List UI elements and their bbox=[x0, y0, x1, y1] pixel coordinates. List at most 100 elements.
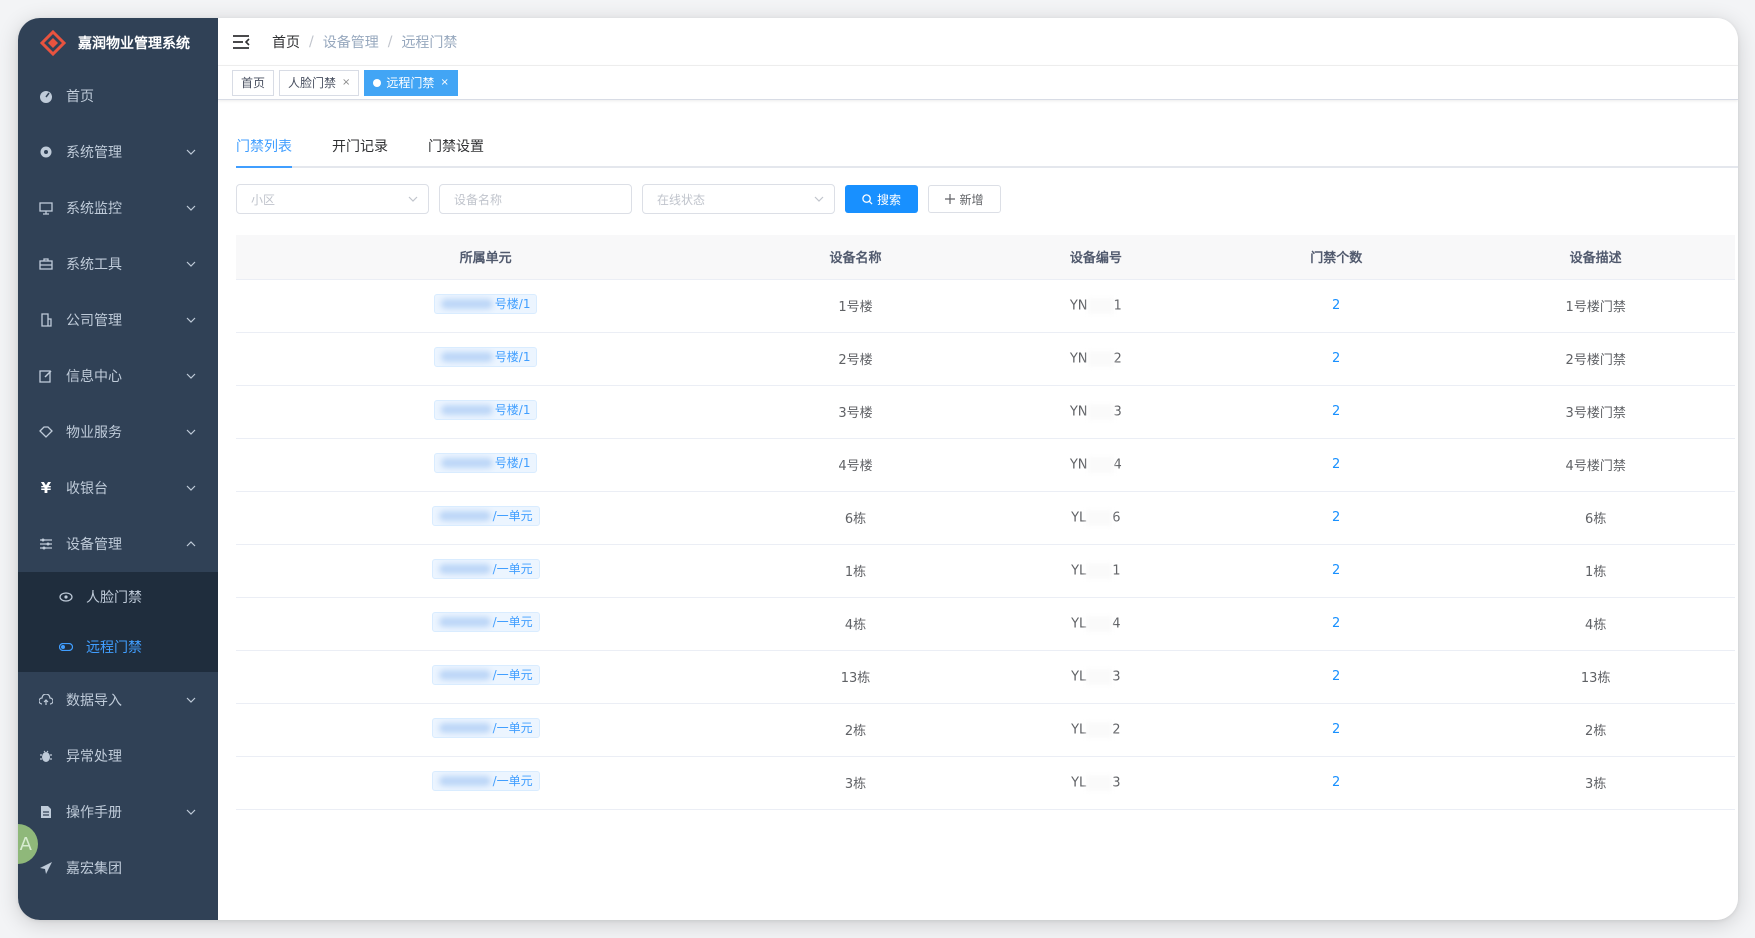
sidebar-item-remote-access[interactable]: 远程门禁 bbox=[18, 622, 218, 672]
redacted-text bbox=[440, 299, 493, 309]
tag-face-access[interactable]: 人脸门禁 × bbox=[279, 69, 360, 96]
sidebar-item-system-monitor[interactable]: 系统监控 bbox=[18, 180, 218, 236]
close-icon[interactable]: × bbox=[342, 71, 350, 95]
table-row[interactable]: 号楼/1 3号楼 YN 3 2 3号楼门禁 bbox=[236, 385, 1735, 439]
column-header-unit[interactable]: 所属单元 bbox=[236, 235, 736, 280]
sidebar-item-company-management[interactable]: 公司管理 bbox=[18, 292, 218, 348]
cell-unit: /一单元 bbox=[236, 491, 736, 545]
toggle-icon bbox=[58, 639, 74, 655]
status-select[interactable]: 在线状态 bbox=[642, 184, 835, 214]
add-button-label: 新增 bbox=[959, 192, 984, 207]
sidebar-item-device-management[interactable]: 设备管理 bbox=[18, 516, 218, 572]
table-row[interactable]: 号楼/1 1号楼 YN 1 2 1号楼门禁 bbox=[236, 279, 1735, 333]
device-code-suffix: 4 bbox=[1113, 457, 1122, 472]
device-code: YN 3 bbox=[1070, 403, 1122, 420]
cell-description: 3号楼门禁 bbox=[1456, 385, 1735, 439]
device-code: YL 6 bbox=[1071, 509, 1121, 526]
tab-access-list[interactable]: 门禁列表 bbox=[236, 136, 292, 168]
table-row[interactable]: /一单元 6栋 YL 6 2 6栋 bbox=[236, 491, 1735, 545]
close-icon[interactable]: × bbox=[440, 71, 448, 95]
sidebar-item-system-tools[interactable]: 系统工具 bbox=[18, 236, 218, 292]
device-name-input[interactable]: 设备名称 bbox=[439, 184, 632, 214]
cell-door-count[interactable]: 2 bbox=[1216, 756, 1457, 810]
table-row[interactable]: /一单元 3栋 YL 3 2 3栋 bbox=[236, 756, 1735, 810]
hamburger-icon[interactable] bbox=[232, 32, 252, 52]
column-header-device-name[interactable]: 设备名称 bbox=[735, 235, 976, 280]
cell-door-count[interactable]: 2 bbox=[1216, 544, 1457, 598]
tag-remote-access[interactable]: 远程门禁 × bbox=[364, 69, 458, 96]
sidebar-item-home[interactable]: 首页 bbox=[18, 68, 218, 124]
table-row[interactable]: /一单元 4栋 YL 4 2 4栋 bbox=[236, 597, 1735, 651]
chevron-down-icon bbox=[186, 149, 196, 155]
cell-device-name: 3栋 bbox=[735, 756, 976, 810]
table-row[interactable]: /一单元 2栋 YL 2 2 2栋 bbox=[236, 703, 1735, 757]
device-code: YL 3 bbox=[1071, 668, 1121, 685]
app-window: 嘉润物业管理系统 首页 系统管理 系统监控 系统工具 公司管理 信息中心 物业服… bbox=[18, 18, 1738, 920]
device-code: YL 3 bbox=[1071, 774, 1121, 791]
unit-tag: 号楼/1 bbox=[433, 399, 538, 420]
redacted-text bbox=[438, 511, 491, 521]
cell-door-count[interactable]: 2 bbox=[1216, 279, 1457, 333]
cell-door-count[interactable]: 2 bbox=[1216, 650, 1457, 704]
cell-unit: 号楼/1 bbox=[236, 279, 736, 333]
unit-label: /一单元 bbox=[492, 773, 533, 788]
cell-door-count[interactable]: 2 bbox=[1216, 597, 1457, 651]
sidebar-item-face-access[interactable]: 人脸门禁 bbox=[18, 572, 218, 622]
sidebar-item-cashier[interactable]: ¥ 收银台 bbox=[18, 460, 218, 516]
sidebar-item-label: 系统管理 bbox=[66, 145, 122, 161]
device-code-prefix: YN bbox=[1069, 351, 1088, 366]
sidebar-item-group[interactable]: 嘉宏集团 bbox=[18, 840, 218, 896]
sidebar-item-system-management[interactable]: 系统管理 bbox=[18, 124, 218, 180]
redacted-text bbox=[438, 617, 491, 627]
unit-tag: /一单元 bbox=[431, 717, 540, 738]
eye-icon bbox=[58, 589, 74, 605]
cell-door-count[interactable]: 2 bbox=[1216, 491, 1457, 545]
sidebar-item-info-center[interactable]: 信息中心 bbox=[18, 348, 218, 404]
sidebar: 嘉润物业管理系统 首页 系统管理 系统监控 系统工具 公司管理 信息中心 物业服… bbox=[18, 18, 218, 920]
brand[interactable]: 嘉润物业管理系统 bbox=[18, 18, 218, 68]
device-code: YL 1 bbox=[1071, 562, 1121, 579]
table-row[interactable]: 号楼/1 4号楼 YN 4 2 4号楼门禁 bbox=[236, 438, 1735, 492]
table-row[interactable]: 号楼/1 2号楼 YN 2 2 2号楼门禁 bbox=[236, 332, 1735, 386]
device-code: YN 1 bbox=[1070, 297, 1122, 314]
search-button[interactable]: 搜索 bbox=[845, 185, 918, 213]
tag-label: 首页 bbox=[241, 75, 266, 90]
page-content: 门禁列表 开门记录 门禁设置 小区 设备名称 在线状态 搜索 新增 所属单元 设… bbox=[218, 116, 1738, 810]
breadcrumb-page: 远程门禁 bbox=[401, 34, 458, 51]
unit-label: /一单元 bbox=[492, 720, 533, 735]
cell-door-count[interactable]: 2 bbox=[1216, 703, 1457, 757]
tag-label: 远程门禁 bbox=[386, 75, 435, 90]
cell-device-name: 4栋 bbox=[735, 597, 976, 651]
cell-device-name: 2栋 bbox=[735, 703, 976, 757]
breadcrumb-section: 设备管理 bbox=[322, 34, 379, 51]
sidebar-item-manual[interactable]: 操作手册 bbox=[18, 784, 218, 840]
unit-tag: 号楼/1 bbox=[433, 293, 538, 314]
plus-icon bbox=[945, 194, 956, 204]
table-row[interactable]: /一单元 1栋 YL 1 2 1栋 bbox=[236, 544, 1735, 598]
cell-unit: /一单元 bbox=[236, 703, 736, 757]
tag-home[interactable]: 首页 bbox=[232, 69, 275, 96]
bug-icon bbox=[38, 748, 54, 764]
column-header-door-count[interactable]: 门禁个数 bbox=[1216, 235, 1457, 280]
unit-label: /一单元 bbox=[492, 561, 533, 576]
sidebar-item-exception[interactable]: 异常处理 bbox=[18, 728, 218, 784]
device-code-prefix: YL bbox=[1071, 669, 1087, 684]
device-code-prefix: YL bbox=[1071, 616, 1087, 631]
sidebar-item-property-service[interactable]: 物业服务 bbox=[18, 404, 218, 460]
column-header-description[interactable]: 设备描述 bbox=[1456, 235, 1735, 280]
tab-open-records[interactable]: 开门记录 bbox=[332, 136, 388, 166]
cell-device-name: 1栋 bbox=[735, 544, 976, 598]
add-button[interactable]: 新增 bbox=[928, 185, 1001, 213]
community-select[interactable]: 小区 bbox=[236, 184, 429, 214]
cell-device-name: 1号楼 bbox=[735, 279, 976, 333]
device-table: 所属单元 设备名称 设备编号 门禁个数 设备描述 号楼/1 1号楼 YN 1 2 … bbox=[236, 235, 1735, 810]
active-dot-icon bbox=[373, 78, 382, 87]
sidebar-item-data-import[interactable]: 数据导入 bbox=[18, 672, 218, 728]
cell-door-count[interactable]: 2 bbox=[1216, 385, 1457, 439]
table-row[interactable]: /一单元 13栋 YL 3 2 13栋 bbox=[236, 650, 1735, 704]
tab-access-settings[interactable]: 门禁设置 bbox=[428, 136, 484, 166]
cell-door-count[interactable]: 2 bbox=[1216, 438, 1457, 492]
cell-door-count[interactable]: 2 bbox=[1216, 332, 1457, 386]
breadcrumb-home[interactable]: 首页 bbox=[272, 32, 300, 52]
column-header-device-code[interactable]: 设备编号 bbox=[975, 235, 1217, 280]
